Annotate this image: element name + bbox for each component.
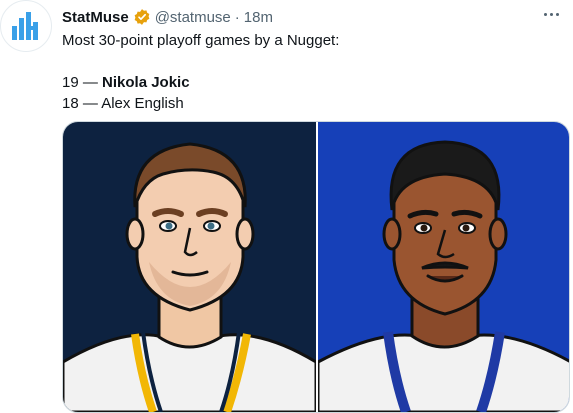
tweet-line-rank-1: 19 — Nikola Jokic bbox=[62, 72, 542, 93]
tweet-line-rank-2: 18 — Alex English bbox=[62, 95, 184, 112]
more-options-icon[interactable] bbox=[539, 4, 563, 24]
separator-dot: · bbox=[234, 8, 240, 26]
verified-badge-icon bbox=[134, 9, 150, 25]
right-image-panel[interactable] bbox=[316, 122, 569, 412]
rank-1-count: 19 — bbox=[62, 74, 98, 91]
tweet-media[interactable] bbox=[62, 121, 570, 413]
author-name[interactable]: StatMuse bbox=[62, 9, 129, 26]
rank-1-name: Nikola Jokic bbox=[102, 74, 190, 91]
author-handle[interactable]: @statmuse bbox=[155, 9, 231, 26]
nikola-jokic-illustration bbox=[63, 142, 316, 412]
tweet-header: StatMuse @statmuse · 18m bbox=[62, 6, 273, 28]
tweet[interactable]: StatMuse @statmuse · 18m Most 30-point p… bbox=[0, 0, 573, 413]
tweet-line-1: Most 30-point playoff games by a Nugget: bbox=[62, 32, 340, 49]
tweet-text: Most 30-point playoff games by a Nugget:… bbox=[62, 30, 542, 114]
timestamp[interactable]: 18m bbox=[244, 9, 273, 26]
author-avatar[interactable] bbox=[0, 0, 52, 52]
alex-english-illustration bbox=[318, 140, 569, 412]
left-image-panel[interactable] bbox=[63, 122, 316, 412]
statmuse-logo-icon bbox=[12, 12, 38, 40]
